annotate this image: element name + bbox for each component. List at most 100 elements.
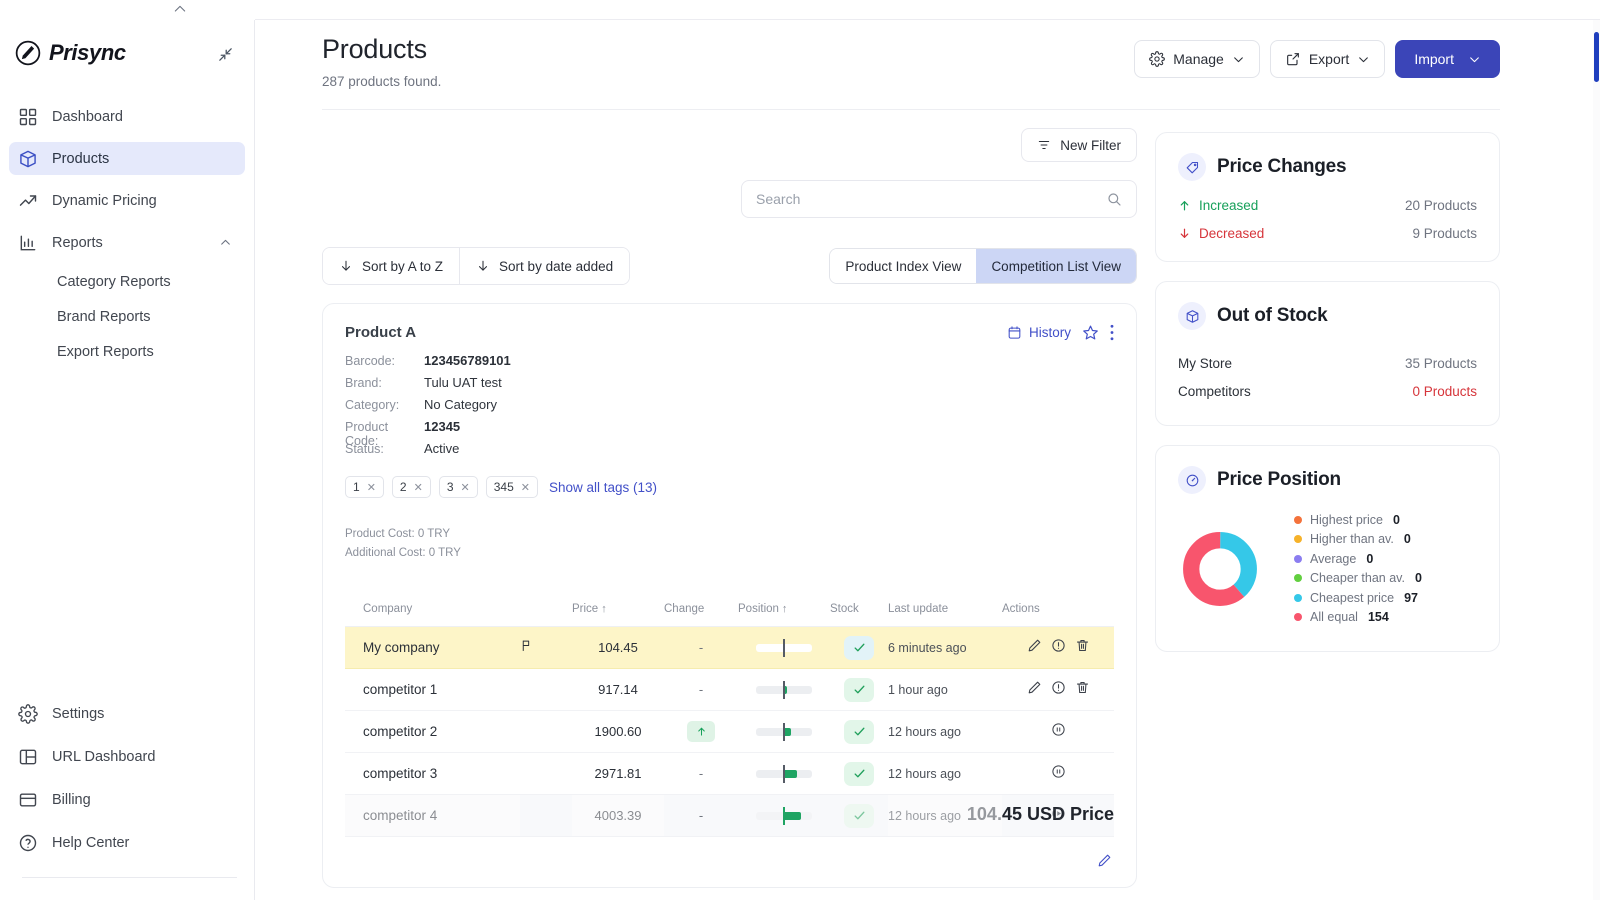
tag-chip[interactable]: 1✕ xyxy=(345,476,384,498)
scrollbar-thumb[interactable] xyxy=(1594,32,1599,82)
chevron-up-icon[interactable] xyxy=(168,1,192,17)
cell-stock xyxy=(830,795,888,837)
sort-a-to-z-button[interactable]: Sort by A to Z xyxy=(323,248,459,284)
cell-company: competitor 1 xyxy=(345,669,520,711)
column-header-change[interactable]: Change xyxy=(664,603,738,627)
legend-value: 0 xyxy=(1366,552,1373,566)
column-header-stock[interactable]: Stock xyxy=(830,603,888,627)
sidebar-item-url-dashboard[interactable]: URL Dashboard xyxy=(9,740,246,773)
play-icon[interactable] xyxy=(1051,806,1066,821)
new-filter-button[interactable]: New Filter xyxy=(1021,128,1137,162)
row-actions xyxy=(1051,764,1066,779)
table-row[interactable]: competitor 3 2971.81 - 12 hou xyxy=(345,753,1114,795)
search-icon[interactable] xyxy=(1106,191,1122,207)
table-row[interactable]: competitor 4 4003.39 - 12 hou xyxy=(345,795,1114,837)
search-box[interactable] xyxy=(741,180,1137,218)
history-button[interactable]: History xyxy=(1007,325,1071,340)
sidebar-item-label: Reports xyxy=(52,235,103,251)
table-row[interactable]: My company 104.45 - xyxy=(345,627,1114,669)
stock-badge xyxy=(844,804,874,828)
sidebar-item-products[interactable]: Products xyxy=(9,142,245,175)
manage-button[interactable]: Manage xyxy=(1134,40,1260,78)
gear-icon xyxy=(18,704,38,724)
column-header-flag xyxy=(520,603,572,627)
column-header-position[interactable]: Position↑ xyxy=(738,603,830,627)
cell-company: competitor 3 xyxy=(345,753,520,795)
remove-tag-icon[interactable]: ✕ xyxy=(521,481,530,494)
sidebar-item-dynamic-pricing[interactable]: Dynamic Pricing xyxy=(9,184,245,217)
alert-icon[interactable] xyxy=(1051,680,1066,695)
position-bar xyxy=(756,770,812,778)
arrow-down-icon xyxy=(476,259,490,273)
sidebar-item-brand-reports[interactable]: Brand Reports xyxy=(0,304,254,329)
star-icon[interactable] xyxy=(1082,324,1099,341)
flag-icon[interactable] xyxy=(520,638,533,653)
cell-flag xyxy=(520,753,572,795)
page-scrollbar[interactable] xyxy=(1593,20,1600,900)
top-divider xyxy=(255,19,1600,20)
pause-icon[interactable] xyxy=(1051,722,1066,737)
trash-icon[interactable] xyxy=(1075,638,1090,653)
sort-by-date-button[interactable]: Sort by date added xyxy=(459,248,629,284)
chevron-up-icon[interactable] xyxy=(219,236,232,249)
import-button[interactable]: Import xyxy=(1395,40,1500,78)
edit-icon[interactable] xyxy=(1027,638,1042,653)
tab-product-index-view[interactable]: Product Index View xyxy=(830,249,976,283)
collapse-sidebar-icon[interactable] xyxy=(217,46,234,63)
remove-tag-icon[interactable]: ✕ xyxy=(414,481,423,494)
position-fill xyxy=(783,770,797,778)
cell-flag xyxy=(520,711,572,753)
alert-icon[interactable] xyxy=(1051,638,1066,653)
decreased-label: Decreased xyxy=(1199,226,1264,241)
brand[interactable]: Prisync xyxy=(0,20,254,86)
cell-flag xyxy=(520,627,572,669)
change-value: - xyxy=(699,640,703,655)
row-actions xyxy=(1027,680,1090,695)
legend-color-dot xyxy=(1294,594,1302,602)
arrow-up-icon xyxy=(1178,199,1191,212)
remove-tag-icon[interactable]: ✕ xyxy=(461,481,470,494)
tag-chip[interactable]: 2✕ xyxy=(392,476,431,498)
sidebar-item-reports[interactable]: Reports xyxy=(9,226,245,259)
meta-value: No Category xyxy=(424,397,497,412)
search-input[interactable] xyxy=(756,191,1106,207)
tag-label: 345 xyxy=(494,480,514,494)
position-fill xyxy=(783,812,801,820)
cell-company: competitor 2 xyxy=(345,711,520,753)
check-icon xyxy=(853,809,866,822)
position-marker xyxy=(783,639,785,657)
right-column: Price Changes Increased 20 Products Decr… xyxy=(1155,110,1500,888)
legend-item: Cheapest price 97 xyxy=(1294,588,1422,608)
position-bar xyxy=(756,686,812,694)
trash-icon[interactable] xyxy=(1075,680,1090,695)
row-actions xyxy=(1027,638,1090,653)
export-button[interactable]: Export xyxy=(1270,40,1385,78)
sidebar-item-label: Help Center xyxy=(52,835,129,851)
sidebar-item-export-reports[interactable]: Export Reports xyxy=(0,339,254,364)
pause-icon[interactable] xyxy=(1051,764,1066,779)
column-header-last-update[interactable]: Last update xyxy=(888,603,1002,627)
tab-competition-list-view[interactable]: Competition List View xyxy=(976,249,1136,283)
cell-change: - xyxy=(664,795,738,837)
legend-item: Cheaper than av. 0 xyxy=(1294,569,1422,589)
additional-cost: Additional Cost: 0 TRY xyxy=(345,544,1114,563)
remove-tag-icon[interactable]: ✕ xyxy=(367,481,376,494)
sidebar-item-category-reports[interactable]: Category Reports xyxy=(0,269,254,294)
table-row[interactable]: competitor 1 917.14 - 1 hour xyxy=(345,669,1114,711)
sidebar-item-help-center[interactable]: Help Center xyxy=(9,826,246,859)
cell-last-update: 6 minutes ago xyxy=(888,627,1002,669)
sidebar-item-dashboard[interactable]: Dashboard xyxy=(9,100,245,133)
position-marker xyxy=(783,765,785,783)
column-header-company[interactable]: Company xyxy=(345,603,520,627)
tag-chip[interactable]: 345 ✕ xyxy=(486,476,538,498)
edit-icon[interactable] xyxy=(1027,680,1042,695)
more-options-icon[interactable] xyxy=(1110,324,1114,341)
tag-chip[interactable]: 3✕ xyxy=(439,476,478,498)
show-all-tags-link[interactable]: Show all tags (13) xyxy=(549,480,657,495)
table-row[interactable]: competitor 2 1900.60 xyxy=(345,711,1114,753)
column-header-price[interactable]: Price↑ xyxy=(572,603,664,627)
cell-stock xyxy=(830,669,888,711)
edit-price-icon[interactable] xyxy=(1097,853,1112,868)
sidebar-item-settings[interactable]: Settings xyxy=(9,697,246,730)
sidebar-item-billing[interactable]: Billing xyxy=(9,783,246,816)
